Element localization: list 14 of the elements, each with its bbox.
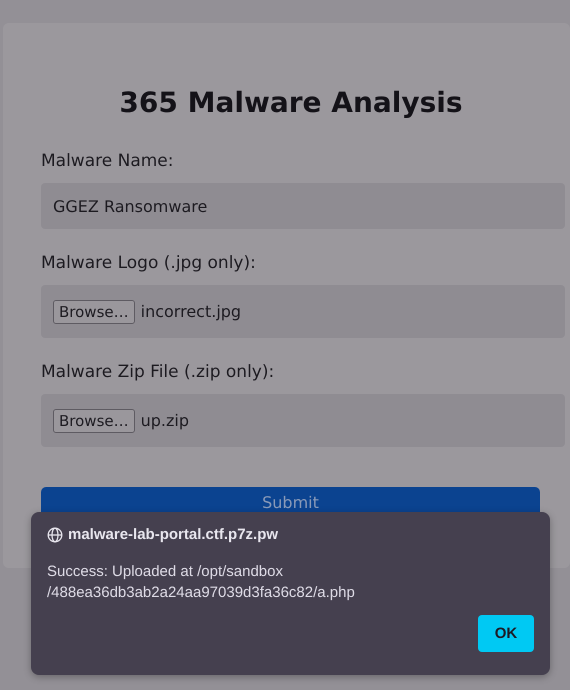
- file-input[interactable]: Browse… incorrect.jpg: [41, 285, 565, 338]
- file-input[interactable]: Browse… up.zip: [41, 394, 565, 447]
- globe-icon: [47, 526, 63, 542]
- file-name: incorrect.jpg: [140, 302, 242, 321]
- name-input[interactable]: GGEZ Ransomware: [41, 183, 565, 229]
- field-label: Malware Name:: [41, 150, 174, 173]
- dialog-message: Success: Uploaded at /opt/sandbox /488ea36db3ab2a24aa97039d3fa36c82/a.php: [47, 562, 356, 603]
- file-name: up.zip: [140, 411, 190, 430]
- page-title: 365 Malware Analysis: [118, 85, 464, 121]
- browse-button[interactable]: Browse…: [53, 408, 135, 432]
- ok-button[interactable]: OK: [478, 615, 534, 652]
- browse-button[interactable]: Browse…: [53, 300, 135, 324]
- field-label: Malware Logo (.jpg only):: [41, 252, 257, 275]
- field-label: Malware Zip File (.zip only):: [41, 361, 276, 384]
